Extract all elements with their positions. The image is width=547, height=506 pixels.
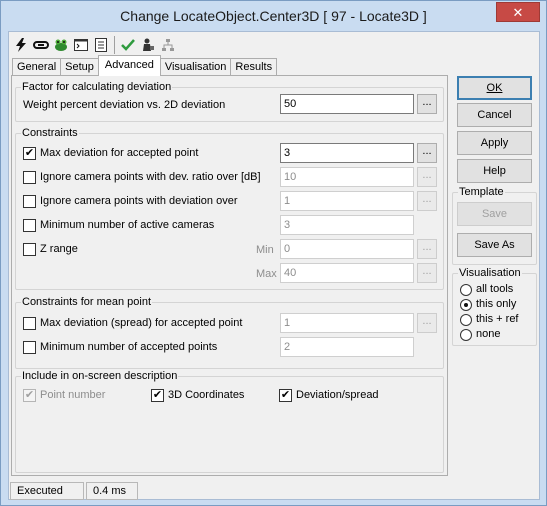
ignore-dev-checkbox[interactable]	[23, 195, 36, 208]
cancel-button[interactable]: Cancel	[457, 103, 532, 127]
template-group-title: Template	[458, 186, 505, 198]
mean-point-group: Constraints for mean point Max deviation…	[15, 296, 444, 369]
weight-input[interactable]: 50	[280, 94, 414, 114]
tab-advanced[interactable]: Advanced	[97, 55, 161, 76]
z-min-input[interactable]: 0	[280, 239, 414, 259]
frog-icon[interactable]	[51, 35, 71, 55]
ignore-dev-input[interactable]: 1	[280, 191, 414, 211]
toolbar-separator	[114, 36, 115, 54]
status-state: Executed	[10, 482, 84, 500]
z-max-browse-button[interactable]: ...	[417, 263, 437, 283]
min-cameras-input[interactable]: 3	[280, 215, 414, 235]
factor-group-title: Factor for calculating deviation	[21, 81, 173, 93]
visualisation-group: Visualisation all tools this only this +…	[452, 267, 537, 346]
z-range-label: Z range	[40, 243, 78, 255]
radio-this-only-label: this only	[476, 298, 517, 310]
network-icon[interactable]	[158, 35, 178, 55]
radio-none[interactable]	[460, 329, 472, 341]
radio-this-only[interactable]	[460, 299, 472, 311]
max-dev-input[interactable]: 3	[280, 143, 414, 163]
min-points-checkbox[interactable]	[23, 341, 36, 354]
deviation-label: Deviation/spread	[296, 389, 379, 401]
visualisation-group-title: Visualisation	[458, 267, 522, 279]
tab-strip: General Setup Advanced Visualisation Res…	[12, 55, 278, 77]
ignore-dev-label: Ignore camera points with deviation over	[40, 195, 238, 207]
z-range-checkbox[interactable]	[23, 243, 36, 256]
max-spread-input[interactable]: 1	[280, 313, 414, 333]
constraints-group-title: Constraints	[21, 127, 79, 139]
status-time: 0.4 ms	[86, 482, 138, 500]
max-spread-browse-button[interactable]: ...	[417, 313, 437, 333]
mean-point-group-title: Constraints for mean point	[21, 296, 153, 308]
template-save-as-button[interactable]: Save As	[457, 233, 532, 257]
max-dev-browse-button[interactable]: ...	[417, 143, 437, 163]
factor-group: Factor for calculating deviation Weight …	[15, 81, 444, 122]
radio-this-ref[interactable]	[460, 314, 472, 326]
max-spread-label: Max deviation (spread) for accepted poin…	[40, 317, 243, 329]
onscreen-group-title: Include in on-screen description	[21, 370, 179, 382]
ok-button[interactable]: OK	[457, 76, 532, 100]
advanced-panel: Factor for calculating deviation Weight …	[11, 75, 448, 476]
ignore-dev-browse-button[interactable]: ...	[417, 191, 437, 211]
radio-none-label: none	[476, 328, 501, 340]
z-max-label: Max	[256, 268, 277, 280]
z-max-input[interactable]: 40	[280, 263, 414, 283]
weight-browse-button[interactable]: ...	[417, 94, 437, 114]
link-icon[interactable]	[31, 35, 51, 55]
weight-label: Weight percent deviation vs. 2D deviatio…	[23, 99, 226, 111]
dialog-window: Change LocateObject.Center3D [ 97 - Loca…	[0, 0, 547, 506]
window-title: Change LocateObject.Center3D [ 97 - Loca…	[120, 8, 427, 24]
min-cameras-label: Minimum number of active cameras	[40, 219, 215, 231]
deviation-checkbox[interactable]: ✔	[279, 389, 292, 402]
constraints-group: Constraints ✔ Max deviation for accepted…	[15, 127, 444, 290]
radio-all-tools[interactable]	[460, 284, 472, 296]
radio-all-tools-label: all tools	[476, 283, 514, 295]
lightning-icon[interactable]	[11, 35, 31, 55]
point-number-label: Point number	[40, 389, 106, 401]
min-points-label: Minimum number of accepted points	[40, 341, 218, 353]
min-cameras-checkbox[interactable]	[23, 219, 36, 232]
help-button[interactable]: Help	[457, 159, 532, 183]
min-points-input[interactable]: 2	[280, 337, 414, 357]
apply-button[interactable]: Apply	[457, 131, 532, 155]
title-bar[interactable]: Change LocateObject.Center3D [ 97 - Loca…	[1, 1, 546, 31]
close-button[interactable]: ✕	[496, 2, 540, 22]
max-dev-label: Max deviation for accepted point	[40, 147, 199, 159]
toolbar	[11, 34, 178, 56]
ignore-ratio-checkbox[interactable]	[23, 171, 36, 184]
z-min-label: Min	[256, 244, 274, 256]
console-icon[interactable]	[71, 35, 91, 55]
status-bar: Executed 0.4 ms	[10, 482, 540, 500]
ignore-ratio-input[interactable]: 10	[280, 167, 414, 187]
z-min-browse-button[interactable]: ...	[417, 239, 437, 259]
dialog-client: General Setup Advanced Visualisation Res…	[8, 31, 540, 500]
coords-label: 3D Coordinates	[168, 389, 245, 401]
ignore-ratio-label: Ignore camera points with dev. ratio ove…	[40, 171, 261, 183]
template-save-button[interactable]: Save	[457, 202, 532, 226]
point-number-checkbox[interactable]: ✔	[23, 389, 36, 402]
list-icon[interactable]	[91, 35, 111, 55]
checkmark-icon[interactable]	[118, 35, 138, 55]
max-dev-checkbox[interactable]: ✔	[23, 147, 36, 160]
ignore-ratio-browse-button[interactable]: ...	[417, 167, 437, 187]
coords-checkbox[interactable]: ✔	[151, 389, 164, 402]
onscreen-group: Include in on-screen description ✔ Point…	[15, 370, 444, 473]
radio-this-ref-label: this + ref	[476, 313, 519, 325]
person-camera-icon[interactable]	[138, 35, 158, 55]
max-spread-checkbox[interactable]	[23, 317, 36, 330]
